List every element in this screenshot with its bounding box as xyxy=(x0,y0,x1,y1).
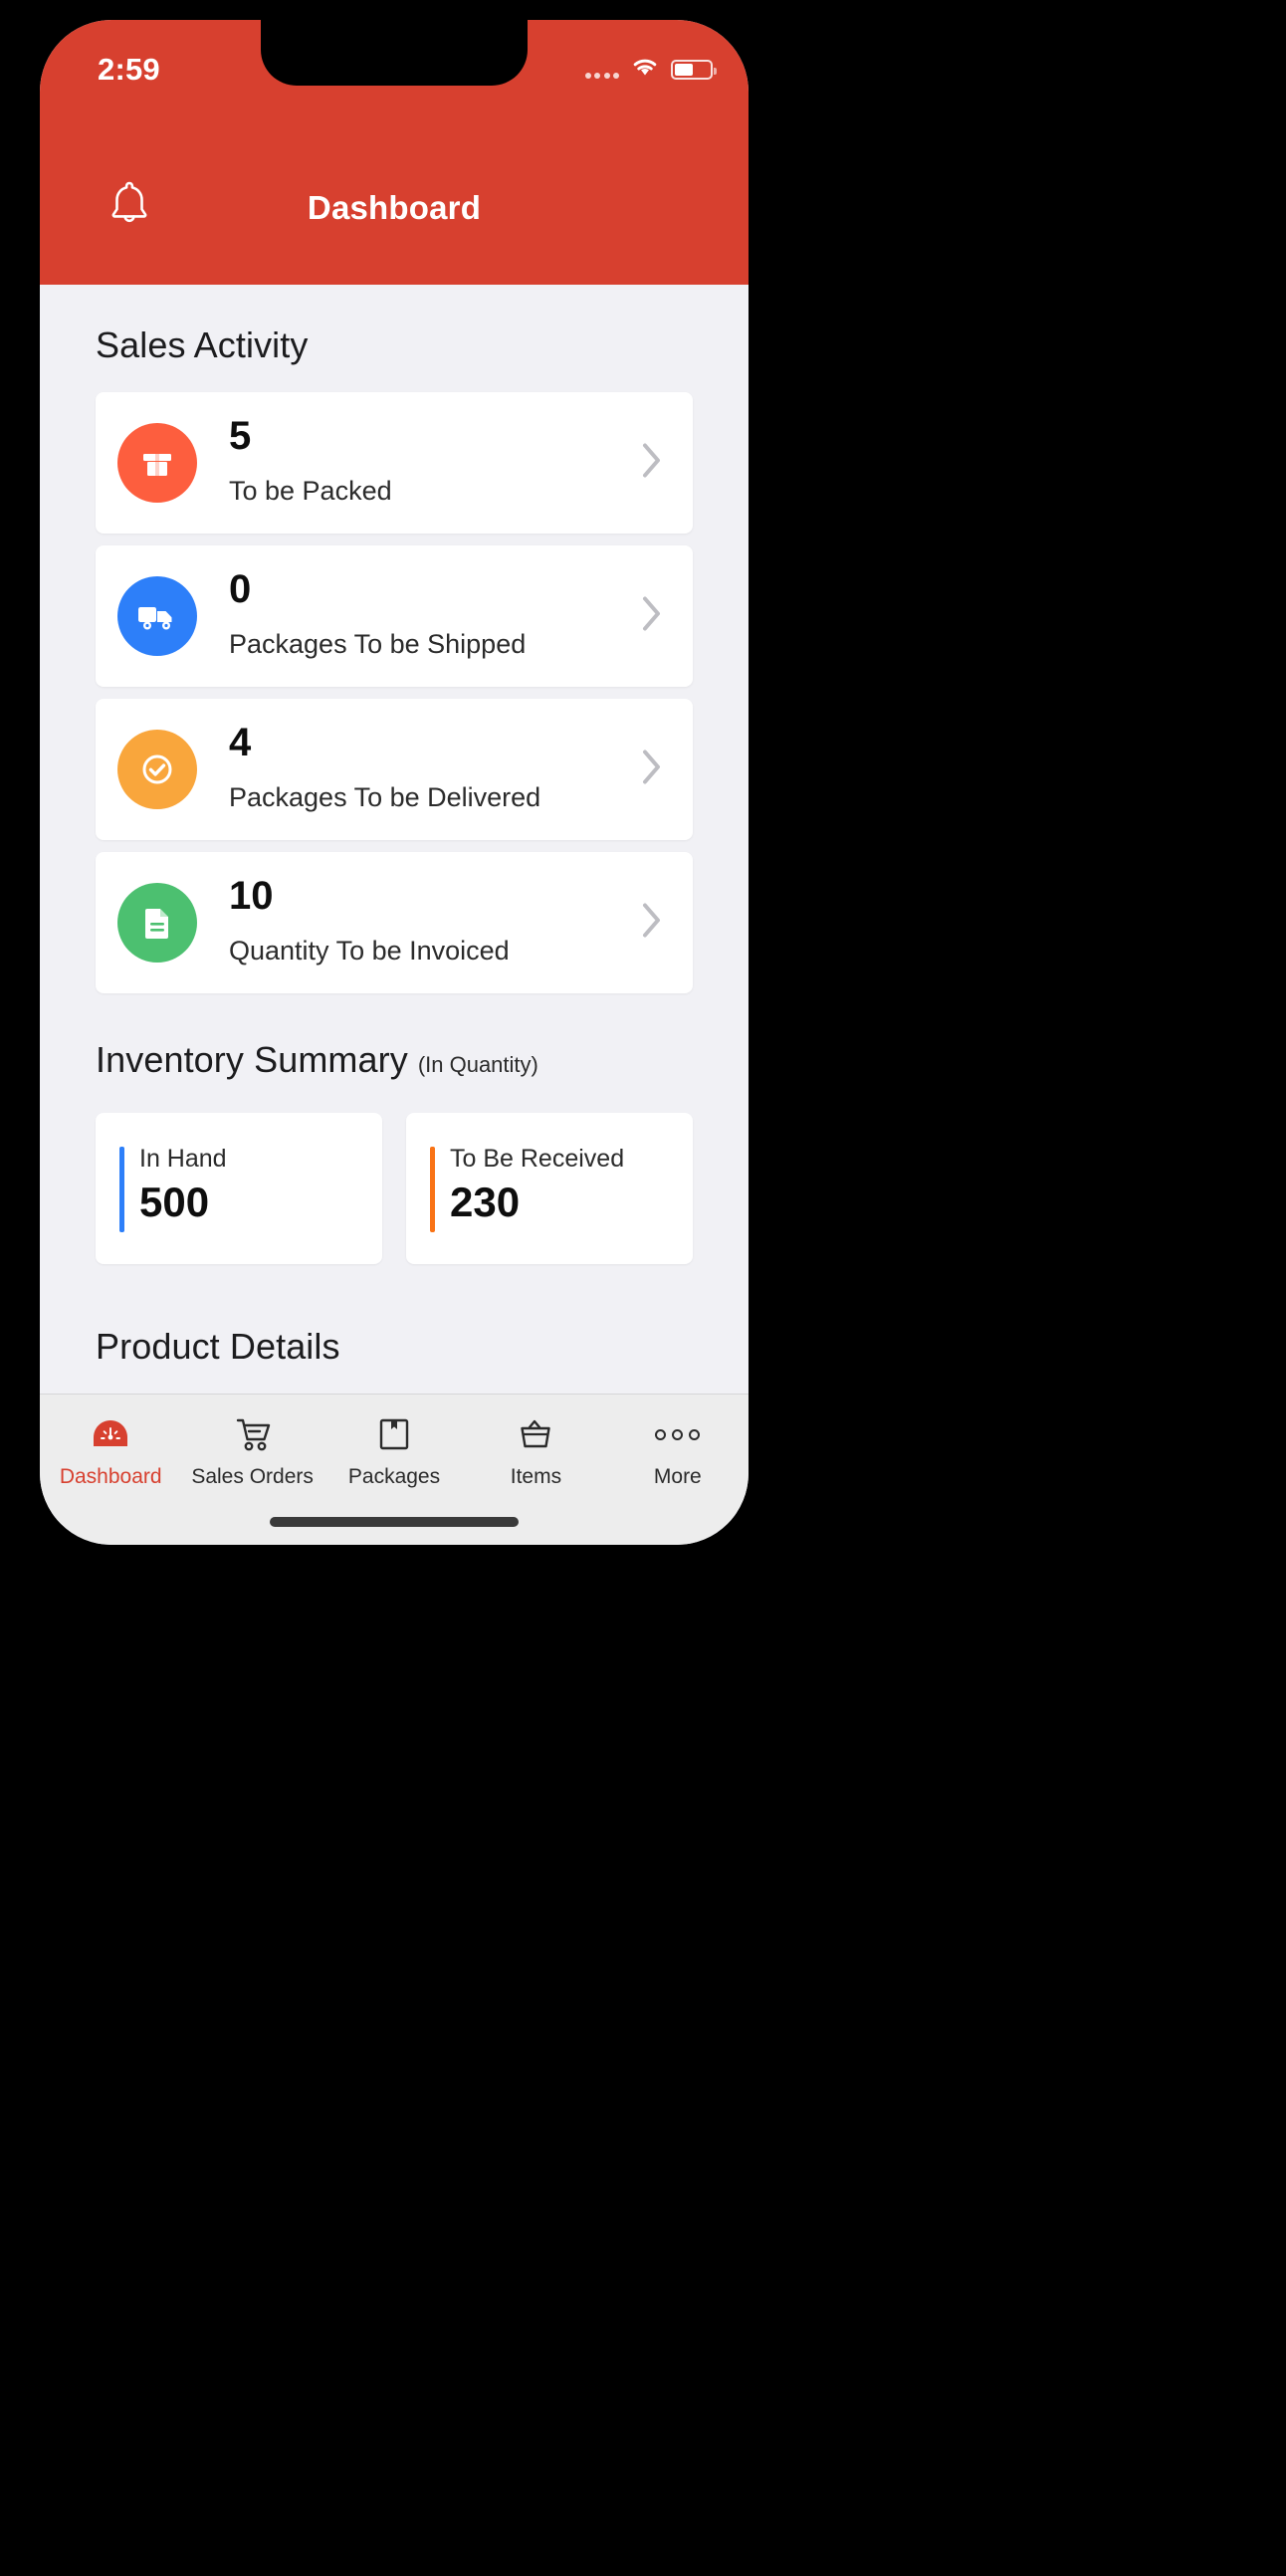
inventory-card-label: To Be Received xyxy=(450,1145,625,1173)
sales-activity-heading: Sales Activity xyxy=(96,324,309,365)
content-scroll-area[interactable]: Sales Activity 5 To be Packed 0 Packages… xyxy=(40,285,749,1394)
tab-label: More xyxy=(653,1465,702,1488)
accent-bar xyxy=(430,1147,435,1232)
sales-activity-card-to-be-shipped[interactable]: 0 Packages To be Shipped xyxy=(96,545,693,687)
phone-screen: 2:59 Dashboard Sales Activity 5 To be Pa… xyxy=(40,20,749,1545)
inventory-card-to-be-received[interactable]: To Be Received 230 xyxy=(406,1113,693,1264)
inventory-summary-heading-row: Inventory Summary (In Quantity) xyxy=(96,1039,538,1081)
inventory-card-in-hand[interactable]: In Hand 500 xyxy=(96,1113,382,1264)
chevron-right-icon xyxy=(641,902,663,945)
sales-activity-label: Packages To be Delivered xyxy=(229,782,541,812)
inventory-card-value: 500 xyxy=(139,1179,210,1225)
accent-bar xyxy=(119,1147,124,1232)
page-title: Dashboard xyxy=(307,189,482,226)
sales-activity-count: 0 xyxy=(229,567,252,611)
tab-label: Items xyxy=(510,1465,562,1488)
chevron-right-icon xyxy=(641,595,663,638)
chevron-right-icon xyxy=(641,442,663,485)
invoice-document-icon xyxy=(117,883,197,963)
wifi-icon xyxy=(630,56,660,83)
inventory-card-value: 230 xyxy=(450,1179,521,1225)
sales-activity-count: 4 xyxy=(229,721,252,764)
chevron-right-icon xyxy=(641,749,663,791)
bottom-tab-bar: Dashboard Sales Orders Packages Items Mo… xyxy=(40,1394,749,1545)
sales-activity-label: Quantity To be Invoiced xyxy=(229,936,510,966)
sales-activity-list: 5 To be Packed 0 Packages To be Shipped … xyxy=(96,392,693,1005)
tab-label: Sales Orders xyxy=(191,1465,314,1488)
basket-icon xyxy=(517,1412,554,1456)
tab-more[interactable]: More xyxy=(607,1395,749,1545)
status-bar-time: 2:59 xyxy=(98,52,160,87)
home-indicator xyxy=(270,1517,519,1527)
sales-activity-card-to-be-delivered[interactable]: 4 Packages To be Delivered xyxy=(96,699,693,840)
more-dots-icon xyxy=(655,1412,701,1456)
package-box-icon xyxy=(376,1412,412,1456)
sales-activity-count: 5 xyxy=(229,414,252,458)
tab-label: Packages xyxy=(347,1465,441,1488)
inventory-summary-subheading: (In Quantity) xyxy=(417,1052,538,1077)
inventory-summary-heading: Inventory Summary xyxy=(96,1039,408,1080)
sales-activity-label: Packages To be Shipped xyxy=(229,629,527,659)
signal-dots-icon xyxy=(584,61,619,79)
tab-dashboard[interactable]: Dashboard xyxy=(40,1395,181,1545)
inventory-card-label: In Hand xyxy=(139,1145,227,1173)
shopping-cart-icon xyxy=(232,1412,274,1456)
tab-label: Dashboard xyxy=(59,1465,162,1488)
status-bar-indicators xyxy=(584,56,717,83)
device-notch xyxy=(261,20,528,86)
sales-activity-label: To be Packed xyxy=(229,476,392,506)
speedometer-icon xyxy=(91,1412,130,1456)
screenshot-canvas: 2:59 Dashboard Sales Activity 5 To be Pa… xyxy=(0,0,1286,2576)
sales-activity-count: 10 xyxy=(229,874,274,918)
check-circle-icon xyxy=(117,730,197,809)
package-box-icon xyxy=(117,423,197,503)
delivery-truck-icon xyxy=(117,576,197,656)
sales-activity-card-to-be-packed[interactable]: 5 To be Packed xyxy=(96,392,693,534)
red-header-zone: 2:59 Dashboard xyxy=(40,20,749,285)
sales-activity-card-to-be-invoiced[interactable]: 10 Quantity To be Invoiced xyxy=(96,852,693,993)
battery-icon xyxy=(671,59,717,80)
navigation-bar: Dashboard xyxy=(40,131,749,285)
inventory-summary-cards: In Hand 500 To Be Received 230 xyxy=(96,1113,693,1264)
product-details-heading: Product Details xyxy=(96,1326,340,1367)
